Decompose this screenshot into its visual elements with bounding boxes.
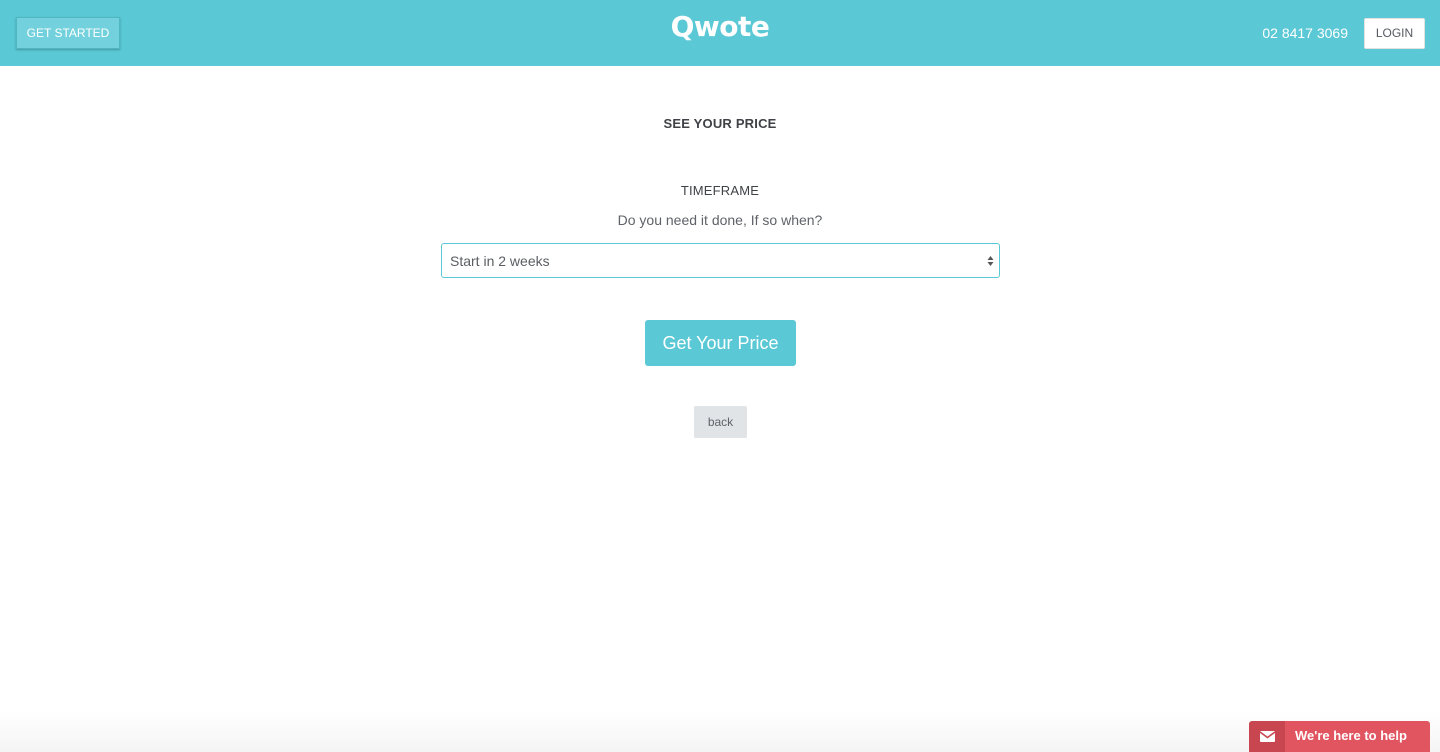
- back-button[interactable]: back: [694, 406, 747, 438]
- login-button[interactable]: LOGIN: [1364, 18, 1425, 49]
- mail-icon: [1259, 731, 1276, 742]
- top-navigation-bar: GET STARTED Qwote 02 8417 3069 LOGIN: [0, 0, 1440, 66]
- timeframe-question: Do you need it done, If so when?: [617, 212, 823, 228]
- page-title: SEE YOUR PRICE: [663, 116, 777, 131]
- get-your-price-button[interactable]: Get Your Price: [645, 320, 796, 366]
- help-icon-box: [1249, 721, 1285, 752]
- bottom-shadow: [0, 712, 1440, 752]
- help-chat-widget[interactable]: We're here to help: [1249, 721, 1430, 752]
- help-label-box: We're here to help: [1285, 721, 1430, 752]
- help-label: We're here to help: [1295, 728, 1407, 743]
- phone-number[interactable]: 02 8417 3069: [1262, 24, 1348, 42]
- timeframe-selected-value: Start in 2 weeks: [450, 253, 550, 269]
- section-title-timeframe: TIMEFRAME: [680, 183, 760, 198]
- select-arrows-icon: [987, 256, 994, 266]
- qwote-logo[interactable]: Qwote: [0, 10, 1440, 44]
- timeframe-select[interactable]: Start in 2 weeks: [441, 243, 1000, 278]
